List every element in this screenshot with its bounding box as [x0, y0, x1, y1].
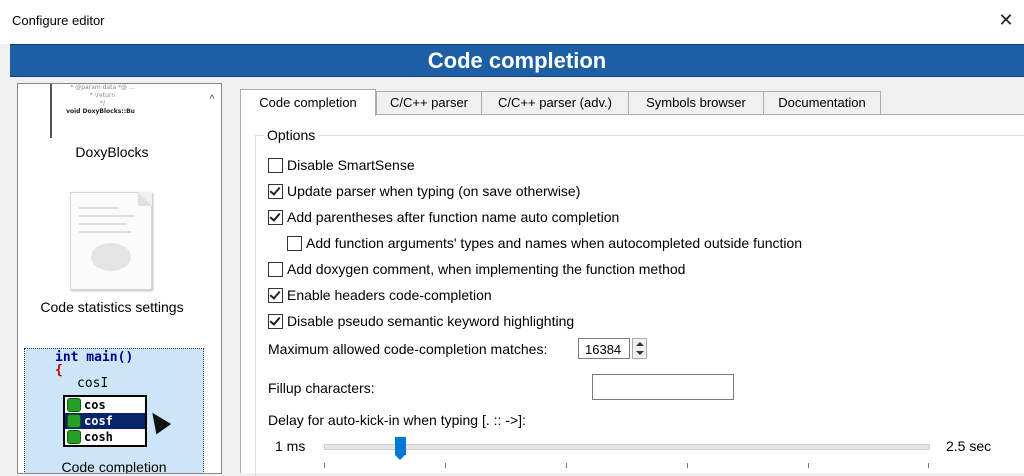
scroll-up-icon[interactable]: ^	[205, 94, 219, 108]
checkbox-box	[268, 313, 283, 329]
update-parser-checkbox[interactable]: Update parser when typing (on save other…	[268, 181, 580, 201]
tab-cpp-parser-adv[interactable]: C/C++ parser (adv.)	[481, 91, 629, 114]
checkbox-box	[268, 157, 283, 173]
page-title: Code completion	[427, 48, 607, 73]
disable-smartsense-checkbox[interactable]: Disable SmartSense	[268, 155, 415, 175]
close-icon[interactable]: ✕	[994, 8, 1018, 32]
fillup-characters-input[interactable]	[592, 374, 734, 400]
code-statistics-icon	[70, 192, 152, 290]
page-banner: Code completion	[10, 44, 1024, 77]
add-parentheses-checkbox[interactable]: Add parentheses after function name auto…	[268, 207, 619, 227]
max-matches-input[interactable]: 16384	[578, 338, 630, 359]
mouse-pointer-icon	[144, 407, 172, 435]
max-matches-label: Maximum allowed code-completion matches:	[268, 341, 548, 357]
add-function-args-checkbox[interactable]: Add function arguments' types and names …	[287, 233, 802, 253]
group-title: Options	[264, 127, 319, 143]
completion-popup: cos cosf cosh	[63, 395, 147, 447]
spin-up-icon	[636, 342, 644, 346]
tab-symbols-browser[interactable]: Symbols browser	[628, 91, 764, 114]
add-doxygen-comment-checkbox[interactable]: Add doxygen comment, when implementing t…	[268, 259, 685, 279]
sidebar-item-code-completion[interactable]: int main() { cosI cos cosf cosh Code com…	[24, 348, 204, 473]
enable-headers-completion-checkbox[interactable]: Enable headers code-completion	[268, 285, 492, 305]
options-group: Options Disable SmartSense Update parser…	[255, 127, 1024, 476]
list-item: cos	[65, 397, 145, 413]
checkbox-box	[287, 235, 302, 251]
sidebar-item-label: Code statistics settings	[40, 299, 184, 315]
sidebar-item-label: DoxyBlocks	[75, 144, 149, 160]
spin-down-icon	[636, 351, 644, 355]
max-matches-stepper[interactable]	[632, 338, 647, 359]
disable-pseudo-semantic-checkbox[interactable]: Disable pseudo semantic keyword highligh…	[268, 311, 574, 331]
tab-panel: Options Disable SmartSense Update parser…	[240, 114, 1024, 476]
doxyblocks-thumbnail: * @param data *@ ... * \return */ void D…	[50, 84, 147, 138]
checkbox-box	[268, 261, 283, 277]
delay-slider[interactable]	[324, 437, 930, 472]
function-icon	[67, 398, 81, 412]
title-bar: Configure editor ✕	[0, 0, 1024, 44]
sidebar-item-doxyblocks[interactable]: * @param data *@ ... * \return */ void D…	[18, 84, 206, 164]
checkbox-box	[268, 209, 283, 225]
code-preview: int main() { cosI	[55, 350, 134, 391]
settings-sidebar[interactable]: ^ * @param data *@ ... * \return */ void…	[17, 83, 222, 474]
list-item: cosf	[65, 413, 145, 429]
tab-code-completion[interactable]: Code completion	[240, 89, 376, 116]
delay-min-label: 1 ms	[275, 438, 306, 454]
window-title: Configure editor	[12, 13, 105, 28]
delay-label: Delay for auto-kick-in when typing [. ::…	[268, 412, 526, 428]
tab-documentation[interactable]: Documentation	[763, 91, 881, 114]
list-item: cosh	[65, 429, 145, 445]
sidebar-item-code-statistics[interactable]: Code statistics settings	[18, 299, 206, 321]
slider-thumb[interactable]	[395, 437, 406, 460]
checkbox-box	[268, 183, 283, 199]
fillup-characters-label: Fillup characters:	[268, 380, 375, 396]
function-icon	[67, 414, 81, 428]
slider-track	[324, 444, 930, 450]
delay-max-label: 2.5 sec	[946, 438, 992, 454]
tab-cpp-parser[interactable]: C/C++ parser	[376, 91, 482, 114]
function-icon	[67, 430, 81, 444]
checkbox-box	[268, 287, 283, 303]
